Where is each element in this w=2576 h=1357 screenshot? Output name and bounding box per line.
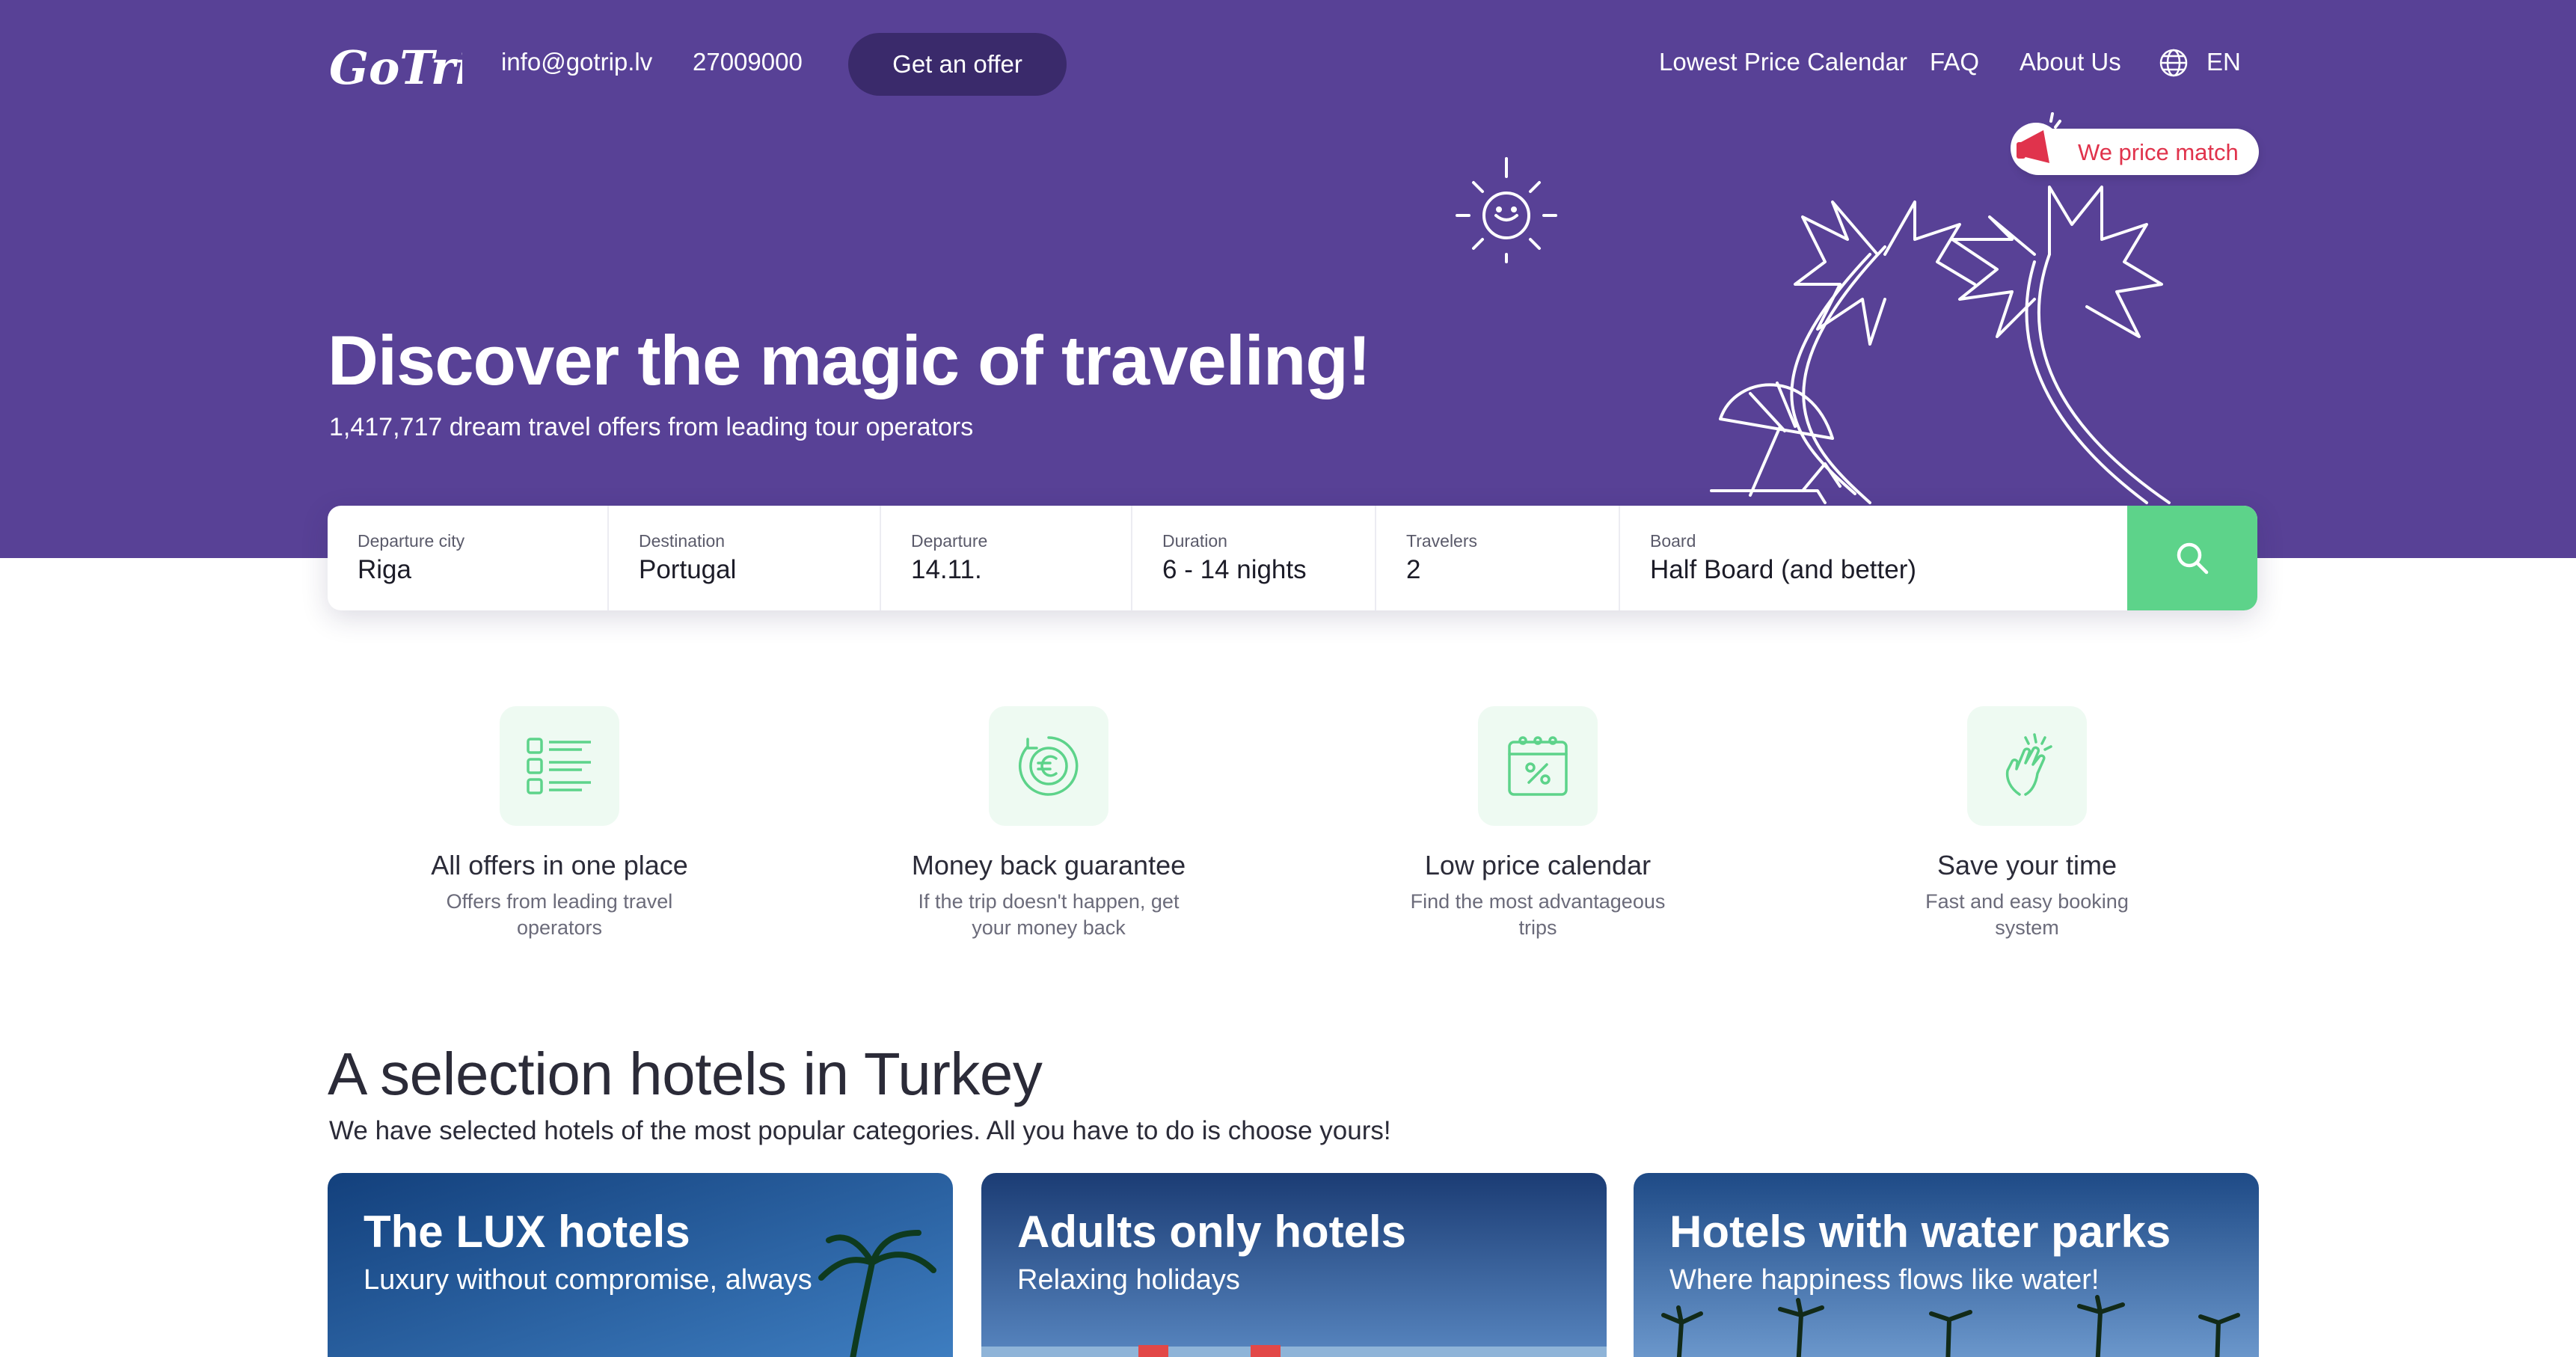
- field-label: Destination: [639, 531, 726, 551]
- feature-description: If the trip doesn't happen, get your mon…: [918, 890, 1180, 939]
- hero-subtitle: 1,417,717 dream travel offers from leadi…: [329, 413, 974, 441]
- search-form: Departure city Riga Destination Portugal…: [328, 506, 2257, 610]
- price-match-label: We price match: [2078, 139, 2239, 165]
- feature-description: Offers from leading travel operators: [446, 890, 673, 939]
- section-subtitle: We have selected hotels of the most popu…: [329, 1116, 1391, 1145]
- card-water-park-hotels[interactable]: Hotels with water parks Where happiness …: [1634, 1173, 2259, 1357]
- card-subtitle: Where happiness flows like water!: [1669, 1264, 2100, 1296]
- card-title: The LUX hotels: [364, 1207, 690, 1257]
- sun-icon: [1456, 157, 1557, 263]
- feature-icon-box: [1967, 706, 2087, 826]
- field-label: Board: [1650, 531, 1696, 551]
- departure-date-field[interactable]: Departure 14.11.: [881, 506, 1132, 610]
- nav-lowest-price-calendar[interactable]: Lowest Price Calendar: [1659, 49, 1907, 74]
- feature-title: Low price calendar: [1424, 850, 1652, 880]
- email-link[interactable]: info@gotrip.lv: [501, 49, 652, 74]
- field-value: Portugal: [639, 555, 737, 584]
- destination-field[interactable]: Destination Portugal: [609, 506, 881, 610]
- travelers-field[interactable]: Travelers 2: [1376, 506, 1620, 610]
- megaphone-icon: [2011, 112, 2070, 174]
- field-value: Half Board (and better): [1650, 555, 1917, 584]
- card-adults-only-hotels[interactable]: Adults only hotels Relaxing holidays: [981, 1173, 1607, 1357]
- card-subtitle: Relaxing holidays: [1017, 1264, 1240, 1296]
- departure-city-field[interactable]: Departure city Riga: [328, 506, 609, 610]
- field-value: 6 - 14 nights: [1162, 555, 1307, 584]
- feature-low-price-calendar: Low price calendar Find the most advanta…: [1328, 706, 1747, 961]
- gotrip-logo[interactable]: GoTrip: [328, 31, 462, 106]
- feature-money-back: Money back guarantee If the trip doesn't…: [839, 706, 1258, 961]
- nav-about-us[interactable]: About Us: [2020, 49, 2121, 74]
- svg-text:GoTrip: GoTrip: [329, 40, 462, 95]
- language-selector[interactable]: EN: [2207, 49, 2241, 74]
- feature-save-time: Save your time Fast and easy booking sys…: [1818, 706, 2236, 961]
- board-field[interactable]: Board Half Board (and better): [1620, 506, 2127, 610]
- feature-description: Find the most advantageous trips: [1410, 890, 1666, 939]
- palm-tree-left-icon: [1790, 200, 1976, 504]
- beach-umbrella-icon: [1710, 382, 1841, 504]
- nav-faq[interactable]: FAQ: [1930, 49, 1979, 74]
- hand-tap-icon: [2005, 733, 2052, 796]
- field-label: Travelers: [1406, 531, 1477, 551]
- card-subtitle: Luxury without compromise, always: [364, 1264, 812, 1296]
- feature-icon-box: [989, 706, 1108, 826]
- card-title: Hotels with water parks: [1669, 1207, 2171, 1257]
- list-icon: [527, 738, 591, 794]
- feature-title: All offers in one place: [431, 850, 688, 880]
- search-icon: [2177, 542, 2209, 575]
- euro-refund-icon: [1019, 736, 1079, 796]
- field-label: Duration: [1162, 531, 1227, 551]
- palm-tree-right-icon: [1951, 186, 2171, 504]
- hero-banner: GoTrip info@gotrip.lv 27009000 Get an of…: [0, 0, 2576, 558]
- search-button[interactable]: [2127, 506, 2257, 610]
- feature-description: Fast and easy booking system: [1925, 890, 2129, 939]
- section-title: A selection hotels in Turkey: [328, 1041, 1043, 1107]
- field-value: Riga: [358, 555, 411, 584]
- get-offer-button[interactable]: Get an offer: [848, 33, 1067, 96]
- feature-title: Money back guarantee: [911, 850, 1186, 880]
- feature-all-offers: All offers in one place Offers from lead…: [350, 706, 769, 961]
- globe-icon[interactable]: [2159, 48, 2189, 78]
- top-navigation: GoTrip info@gotrip.lv 27009000 Get an of…: [328, 27, 2257, 102]
- hero-title: Discover the magic of traveling!: [328, 321, 1371, 399]
- feature-title: Save your time: [1936, 850, 2117, 880]
- calendar-percent-icon: [1508, 736, 1568, 796]
- card-title: Adults only hotels: [1017, 1207, 1407, 1257]
- feature-icon-box: [1478, 706, 1598, 826]
- field-value: 14.11.: [911, 555, 982, 584]
- phone-link[interactable]: 27009000: [693, 49, 803, 74]
- card-lux-hotels[interactable]: The LUX hotels Luxury without compromise…: [328, 1173, 953, 1357]
- duration-field[interactable]: Duration 6 - 14 nights: [1132, 506, 1376, 610]
- field-label: Departure city: [358, 531, 465, 551]
- feature-icon-box: [500, 706, 619, 826]
- field-value: 2: [1406, 555, 1421, 584]
- field-label: Departure: [911, 531, 988, 551]
